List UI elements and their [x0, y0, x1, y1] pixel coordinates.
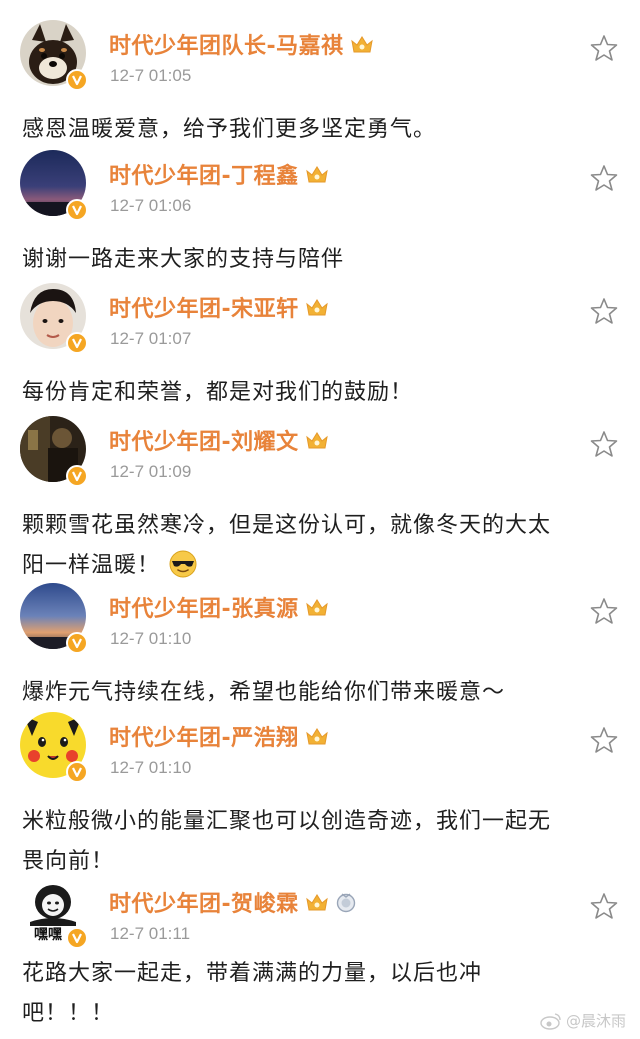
comment-text: 颗颗雪花虽然寒冷，但是这份认可，就像冬天的大太 阳一样温暖！	[22, 506, 612, 586]
comment-text-line: 感恩温暖爱意，给予我们更多坚定勇气。	[22, 117, 437, 142]
crown-badge-icon	[305, 166, 328, 183]
comment-text: 感恩温暖爱意，给予我们更多坚定勇气。	[22, 110, 612, 150]
comment-text-line: 阳一样温暖！	[22, 553, 161, 578]
name-row: 时代少年团-贺峻霖	[109, 884, 357, 920]
username-link[interactable]: 时代少年团-贺峻霖	[109, 886, 299, 918]
comment-timestamp: 12-7 01:05	[110, 66, 192, 85]
crown-badge-icon	[305, 599, 328, 616]
comment-text-line-with-emoji: 阳一样温暖！	[22, 546, 612, 586]
username-link[interactable]: 时代少年团-宋亚轩	[109, 291, 299, 323]
name-row: 时代少年团队长-马嘉祺	[109, 26, 374, 62]
comment-timestamp: 12-7 01:06	[110, 196, 192, 215]
name-row: 时代少年团-张真源	[109, 589, 329, 625]
comment-text-line: 每份肯定和荣誉，都是对我们的鼓励！	[22, 380, 414, 405]
comment-text-line: 米粒般微小的能量汇聚也可以创造奇迹，我们一起无	[22, 809, 552, 834]
comment-text-line: 爆炸元气持续在线，希望也能给你们带来暖意～	[22, 680, 506, 705]
star-icon[interactable]	[590, 597, 618, 625]
crown-badge-icon	[350, 36, 373, 53]
verified-v-icon	[66, 632, 88, 654]
verified-v-icon	[66, 332, 88, 354]
verified-v-icon	[66, 927, 88, 949]
username-link[interactable]: 时代少年团队长-马嘉祺	[109, 28, 344, 60]
comment-item: 时代少年团-严浩翔 12-7 01:10 米粒般微小的能量汇聚也可以创造奇迹，我…	[0, 712, 640, 877]
crown-badge-icon	[305, 728, 328, 745]
comment-item: 时代少年团队长-马嘉祺 12-7 01:05 感恩温暖爱意，给予我们更多坚定勇气…	[0, 20, 640, 150]
name-row: 时代少年团-宋亚轩	[109, 289, 329, 325]
username-link[interactable]: 时代少年团-张真源	[109, 591, 299, 623]
comment-timestamp: 12-7 01:11	[110, 924, 191, 943]
comment-text: 谢谢一路走来大家的支持与陪伴	[22, 240, 612, 280]
username-link[interactable]: 时代少年团-刘耀文	[109, 424, 299, 456]
crown-badge-icon	[305, 299, 328, 316]
sunglasses-emoji-icon	[169, 550, 197, 578]
crown-badge-icon	[305, 432, 328, 449]
username-link[interactable]: 时代少年团-严浩翔	[109, 720, 299, 752]
verified-v-icon	[66, 761, 88, 783]
name-row: 时代少年团-严浩翔	[109, 718, 329, 754]
star-icon[interactable]	[590, 430, 618, 458]
crown-badge-icon	[305, 894, 328, 911]
star-icon[interactable]	[590, 34, 618, 62]
comment-item: 时代少年团-丁程鑫 12-7 01:06 谢谢一路走来大家的支持与陪伴	[0, 150, 640, 280]
verified-v-icon	[66, 465, 88, 487]
comment-text-line: 吧！！！	[22, 1001, 115, 1026]
comment-item: 时代少年团-张真源 12-7 01:10 爆炸元气持续在线，希望也能给你们带来暖…	[0, 583, 640, 713]
watermark-text: @晨沐雨	[566, 1012, 627, 1030]
comment-item: 时代少年团-宋亚轩 12-7 01:07 每份肯定和荣誉，都是对我们的鼓励！	[0, 283, 640, 413]
comment-text-line: 谢谢一路走来大家的支持与陪伴	[22, 247, 345, 272]
comment-text: 爆炸元气持续在线，希望也能给你们带来暖意～	[22, 673, 612, 713]
name-row: 时代少年团-刘耀文	[109, 422, 329, 458]
comment-timestamp: 12-7 01:07	[110, 329, 192, 348]
comment-text-line: 颗颗雪花虽然寒冷，但是这份认可，就像冬天的大太	[22, 513, 552, 538]
name-row: 时代少年团-丁程鑫	[109, 156, 329, 192]
star-icon[interactable]	[590, 726, 618, 754]
comment-text-line: 花路大家一起走，带着满满的力量，以后也冲	[22, 961, 483, 986]
star-icon[interactable]	[590, 892, 618, 920]
comment-text-line: 畏向前！	[22, 849, 115, 874]
star-icon[interactable]	[590, 164, 618, 192]
watermark: @晨沐雨	[540, 1010, 626, 1031]
star-icon[interactable]	[590, 297, 618, 325]
verified-v-icon	[66, 199, 88, 221]
weibo-logo-icon	[540, 1012, 561, 1030]
comment-text: 米粒般微小的能量汇聚也可以创造奇迹，我们一起无 畏向前！	[22, 802, 612, 882]
comment-timestamp: 12-7 01:09	[110, 462, 192, 481]
comment-timestamp: 12-7 01:10	[110, 758, 192, 777]
comment-text: 每份肯定和荣誉，都是对我们的鼓励！	[22, 373, 612, 413]
verified-v-icon	[66, 69, 88, 91]
username-link[interactable]: 时代少年团-丁程鑫	[109, 158, 299, 190]
comment-timestamp: 12-7 01:10	[110, 629, 192, 648]
comment-text: 花路大家一起走，带着满满的力量，以后也冲 吧！！！	[22, 954, 612, 1034]
comment-item: 时代少年团-刘耀文 12-7 01:09 颗颗雪花虽然寒冷，但是这份认可，就像冬…	[0, 416, 640, 581]
medal-badge-icon	[336, 893, 355, 913]
avatar-caption: 嘿嘿	[34, 927, 62, 943]
